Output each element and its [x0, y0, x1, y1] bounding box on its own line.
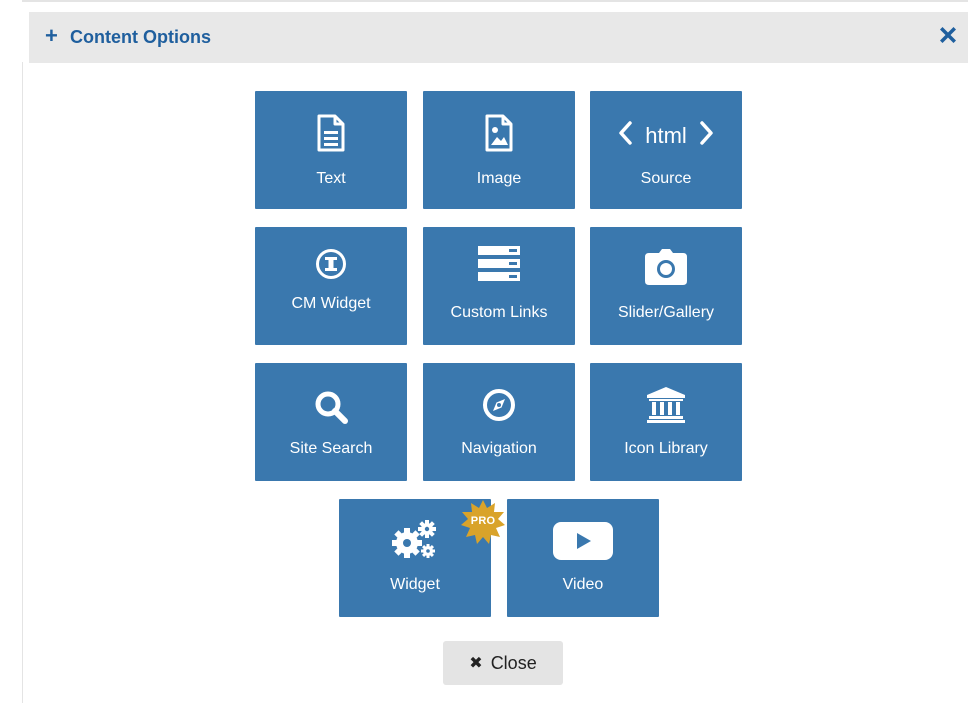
- tile-label: Custom Links: [450, 304, 548, 321]
- tile-image[interactable]: Image: [423, 91, 575, 209]
- tile-widget[interactable]: Widget PRO: [339, 499, 505, 617]
- tile-label: CM Widget: [291, 295, 371, 312]
- tile-cm-widget[interactable]: CM Widget: [255, 227, 407, 345]
- tile-navigation[interactable]: Navigation: [423, 363, 575, 481]
- tile-label: Source: [640, 170, 692, 187]
- camera-icon: [590, 245, 742, 289]
- tile-label: Video: [562, 576, 604, 593]
- play-icon: [507, 519, 659, 563]
- tile-label: Site Search: [289, 440, 373, 457]
- tile-label: Image: [476, 170, 522, 187]
- tile-label: Text: [316, 170, 346, 187]
- pro-badge: PRO: [461, 500, 505, 544]
- tile-text[interactable]: Text: [255, 91, 407, 209]
- close-x-icon: ✖: [469, 655, 483, 672]
- image-file-icon: [423, 111, 575, 155]
- tile-custom-links[interactable]: Custom Links: [423, 227, 575, 345]
- close-icon[interactable]: [936, 23, 960, 47]
- dialog-header: + Content Options: [29, 12, 968, 63]
- links-list-icon: [423, 241, 575, 285]
- close-button-label: Close: [490, 652, 537, 673]
- close-button[interactable]: ✖ Close: [443, 641, 563, 685]
- tile-site-search[interactable]: Site Search: [255, 363, 407, 481]
- search-icon: [255, 385, 407, 429]
- document-icon: [255, 111, 407, 155]
- dialog-title: Content Options: [70, 27, 211, 47]
- tile-label: Widget: [390, 576, 440, 593]
- tile-slider-gallery[interactable]: Slider/Gallery: [590, 227, 742, 345]
- plus-icon: +: [45, 23, 58, 48]
- institution-icon: [590, 383, 742, 427]
- compass-icon: [423, 383, 575, 427]
- tile-label: Navigation: [461, 440, 537, 457]
- pro-badge-text: PRO: [470, 515, 496, 527]
- tile-label: Icon Library: [624, 440, 708, 457]
- modal-top-border: [22, 0, 968, 2]
- tile-source[interactable]: html Source: [590, 91, 742, 209]
- tile-icon-library[interactable]: Icon Library: [590, 363, 742, 481]
- tile-label: Slider/Gallery: [617, 304, 715, 321]
- tile-video[interactable]: Video: [507, 499, 659, 617]
- cm-widget-icon: [255, 242, 407, 286]
- html-icon-text: html: [645, 123, 687, 148]
- modal-left-border: [22, 62, 23, 703]
